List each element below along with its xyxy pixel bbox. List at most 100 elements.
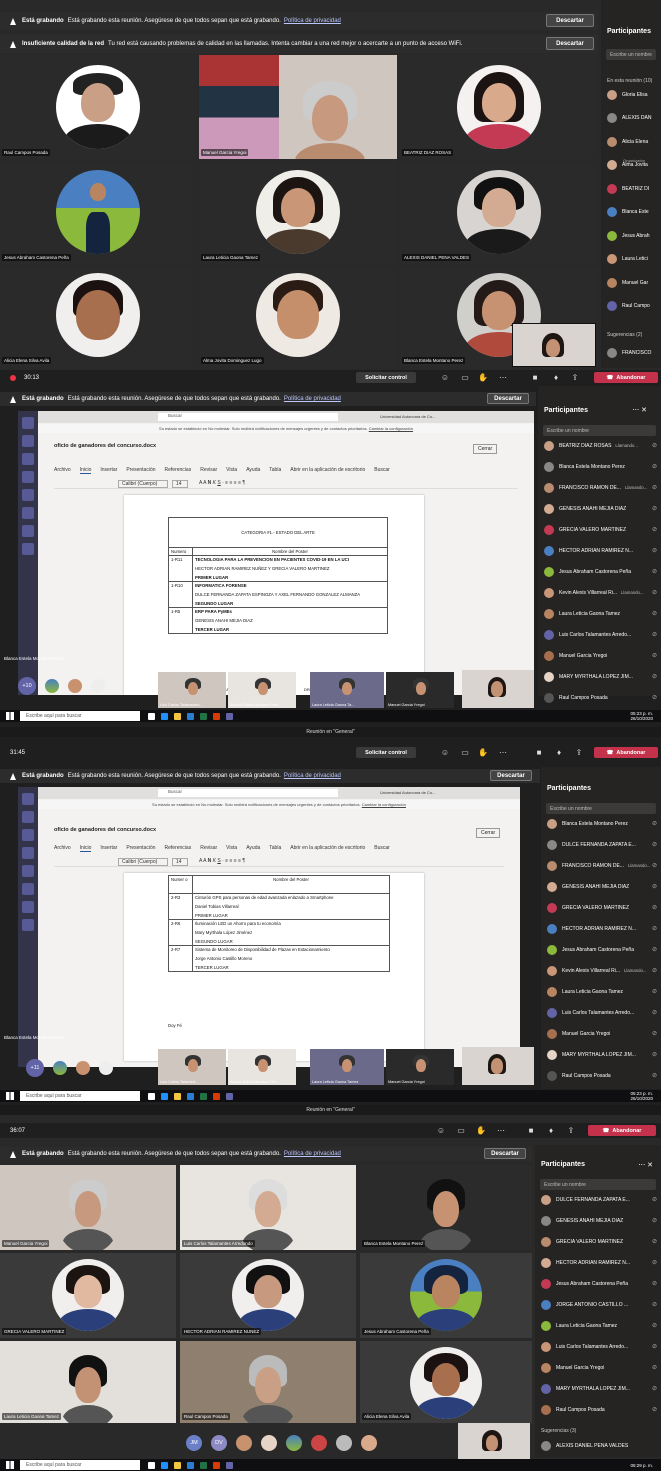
video-thumbnail[interactable]: Laura Leticia Gaona Ta... xyxy=(310,672,384,708)
participant-row[interactable]: JORGE ANTONIO CASTILLO ... ⊘ xyxy=(541,1298,657,1311)
participant-row[interactable]: Luis Carlos Talamantes Arredo... ⊘ xyxy=(544,628,657,641)
participant-row[interactable]: Kevin Alexis Villarreal Ri... Llamando...… xyxy=(547,964,657,977)
participant-row[interactable]: GENESIS ANAHI MEJIA DIAZ ⊘ xyxy=(547,880,657,893)
participant-row[interactable]: MARY MYRTHALA LOPEZ JIM... ⊘ xyxy=(544,670,657,683)
avatar[interactable]: JM xyxy=(186,1435,202,1451)
request-control-button[interactable]: Solicitar control xyxy=(356,372,416,383)
video-thumbnail[interactable]: Blanca Estela Montano Pere... xyxy=(228,672,296,708)
video-tile[interactable]: Luis Carlos Talamantes Arredondo xyxy=(180,1165,356,1250)
video-tile[interactable]: Jesus Abraham Castorena Peña xyxy=(0,162,196,264)
ribbon-tab[interactable]: Abrir en la aplicación de escritorio xyxy=(290,845,365,852)
participant-row[interactable]: Jesus Abraham Castorena Peña ⊘ xyxy=(541,1277,657,1290)
ribbon-tab[interactable]: Insertar xyxy=(100,467,117,474)
close-doc-button[interactable]: Cerrar xyxy=(473,444,498,454)
participant-row[interactable]: GENESIS ANAHI MEJIA DIAZ ⊘ xyxy=(541,1214,657,1227)
camera-icon[interactable]: ■ xyxy=(530,373,540,382)
participant-row[interactable]: MARY MYRTHALA LOPEZ JIM... ⊘ xyxy=(541,1382,657,1395)
video-tile[interactable]: Blanca Estela Montano Perez xyxy=(360,1165,532,1250)
participant-row[interactable]: Blanca Estela Montano Perez ⊘ xyxy=(547,817,657,830)
participant-row[interactable]: Luis Carlos Talamantes Arredo... ⊘ xyxy=(541,1340,657,1353)
ribbon-tab[interactable]: Referencias xyxy=(165,845,192,852)
participant-row[interactable]: Raul Campo xyxy=(607,300,657,313)
mic-icon[interactable]: ♦ xyxy=(551,373,561,382)
self-view[interactable] xyxy=(512,323,596,367)
participant-row[interactable]: FRANCISCO RAMON DE... Llamando... ⊘ xyxy=(544,481,657,494)
participant-row[interactable]: Manuel Garcia Yregoi ⊘ xyxy=(544,649,657,662)
participant-row[interactable]: HECTOR ADRIAN RAMIREZ N... ⊘ xyxy=(544,544,657,557)
participant-row[interactable]: GRECIA VALERO MARTINEZ ⊘ xyxy=(541,1235,657,1248)
video-tile[interactable]: Manuel Garcia Yregoi xyxy=(0,1165,176,1250)
self-view[interactable] xyxy=(458,1423,530,1459)
participant-row[interactable]: DULCE FERNANDA ZAPATA E... ⊘ xyxy=(541,1193,657,1206)
participant-row[interactable]: Raul Campos Posada ⊘ xyxy=(541,1403,657,1416)
ribbon-tab[interactable]: Revisar xyxy=(200,845,217,852)
ribbon-tab[interactable]: Vista xyxy=(226,467,237,474)
more-icon[interactable]: ⋯ ✕ xyxy=(638,1161,653,1169)
participant-row[interactable]: Blanca Este xyxy=(607,206,657,219)
participant-row[interactable]: GRECIA VALERO MARTINEZ ⊘ xyxy=(547,901,657,914)
participant-row[interactable]: BEATRIZ DI xyxy=(607,182,657,195)
participant-row[interactable]: Blanca Estela Montano Perez ⊘ xyxy=(544,460,657,473)
video-tile[interactable]: ALEXIS DANIEL PENA VALDES xyxy=(400,162,598,264)
font-select[interactable]: Calibri (Cuerpo) xyxy=(118,480,168,488)
participant-row[interactable]: GENESIS ANAHI MEJIA DIAZ ⊘ xyxy=(544,502,657,515)
dismiss-button[interactable]: Descartar xyxy=(546,14,594,27)
ribbon-tab[interactable]: Tabla xyxy=(269,467,281,474)
top-search[interactable]: Buscar xyxy=(158,789,338,797)
participant-row[interactable]: Laura Leticia Gaona Tamez ⊘ xyxy=(544,607,657,620)
share-icon[interactable]: ⇪ xyxy=(570,373,580,382)
camera-icon[interactable]: ■ xyxy=(526,1126,536,1135)
windows-icon[interactable] xyxy=(6,1092,14,1100)
participant-row[interactable]: Kevin Alexis Villarreal Ri... Llamando...… xyxy=(544,586,657,599)
privacy-link[interactable]: Política de privacidad xyxy=(284,18,341,24)
close-doc-button[interactable]: Cerrar xyxy=(476,828,501,838)
dismiss-button[interactable]: Descartar xyxy=(484,1148,526,1159)
taskbar-search[interactable]: Escribe aquí para buscar xyxy=(20,1091,140,1101)
ribbon-tab[interactable]: Inicio xyxy=(79,467,92,474)
participant-row[interactable]: Jesus Abraham Castorena Peña ⊘ xyxy=(547,943,657,956)
video-tile[interactable]: Alma Jovita Dominguez Lugo xyxy=(199,267,397,367)
participant-row[interactable]: GRECIA VALERO MARTINEZ ⊘ xyxy=(544,523,657,536)
dismiss-button[interactable]: Descartar xyxy=(490,770,532,781)
video-tile[interactable]: Blanca Estela Montano Perez xyxy=(400,267,598,367)
video-thumbnail[interactable]: Laura Leticia Gaona Tamez xyxy=(310,1049,384,1085)
dismiss-button[interactable]: Descartar xyxy=(546,37,594,50)
privacy-link[interactable]: Política de privacidad xyxy=(284,773,341,779)
video-tile[interactable]: Alicia Elena Silva Avila xyxy=(0,267,196,367)
raise-hand-icon[interactable]: ✋ xyxy=(476,1126,486,1135)
ribbon-tab[interactable]: Presentación xyxy=(126,845,155,852)
ribbon-tab[interactable]: Vista xyxy=(226,845,237,852)
participant-row[interactable]: FRANCISCO RAMON DE... Llamando... ⊘ xyxy=(547,859,657,872)
more-icon[interactable]: ⋯ xyxy=(498,748,508,757)
self-view[interactable] xyxy=(462,1047,534,1085)
ribbon-tab[interactable]: Presentación xyxy=(126,467,155,474)
video-thumbnail[interactable]: Blanca Estela Montano Per... xyxy=(228,1049,296,1085)
raise-hand-icon[interactable]: ✋ xyxy=(478,748,488,757)
participant-row[interactable]: Gloria Elisa xyxy=(607,88,657,101)
ribbon-tab[interactable]: Buscar xyxy=(374,467,390,474)
more-participants-badge[interactable]: +11 xyxy=(26,1059,44,1077)
participant-row[interactable]: Manuel Garcia Yregoi ⊘ xyxy=(541,1361,657,1374)
video-tile[interactable]: Raul Campos Posada xyxy=(0,55,196,159)
ribbon-tab[interactable]: Archivo xyxy=(54,845,71,852)
participant-row[interactable]: MARY MYRTHALA LOPEZ JIM... ⊘ xyxy=(547,1048,657,1061)
ribbon-tab[interactable]: Abrir en la aplicación de escritorio xyxy=(290,467,365,474)
participant-row[interactable]: ALEXIS DAN xyxy=(607,112,657,125)
video-tile[interactable]: Laura Leticia Gaona Tamez xyxy=(0,1341,176,1423)
leave-button[interactable]: ☎ Abandonar xyxy=(588,1125,656,1136)
participant-row[interactable]: HECTOR ADRIAN RAMIREZ N... ⊘ xyxy=(547,922,657,935)
ribbon-tab[interactable]: Archivo xyxy=(54,467,71,474)
windows-icon[interactable] xyxy=(6,1461,14,1469)
mic-icon[interactable]: ♦ xyxy=(554,748,564,757)
video-thumbnail[interactable]: Manuel Garcia Yregoi xyxy=(386,1049,454,1085)
participants-icon[interactable]: ☺ xyxy=(440,748,450,757)
participants-icon[interactable]: ☺ xyxy=(440,373,450,382)
privacy-link[interactable]: Política de privacidad xyxy=(284,396,341,402)
ribbon-tab[interactable]: Tabla xyxy=(269,845,281,852)
video-thumbnail[interactable]: Luis Carlos Talamantes... xyxy=(158,672,226,708)
participant-row[interactable]: Laura Leticia Gaona Tamez ⊘ xyxy=(541,1319,657,1332)
font-select[interactable]: Calibri (Cuerpo) xyxy=(118,858,168,866)
ribbon-tab[interactable]: Inicio xyxy=(79,845,92,852)
ribbon-tab[interactable]: Ayuda xyxy=(246,467,260,474)
dismiss-button[interactable]: Descartar xyxy=(487,393,529,404)
